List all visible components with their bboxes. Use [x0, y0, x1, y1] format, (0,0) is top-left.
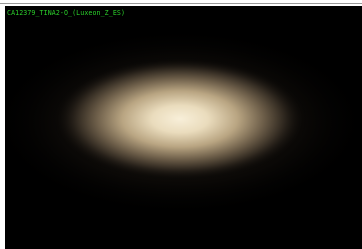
top-divider [0, 0, 362, 4]
beam-photo: CA12379_TINA2-O_(Luxeon_Z_ES) [5, 6, 362, 249]
photo-frame: CA12379_TINA2-O_(Luxeon_Z_ES) [0, 0, 362, 249]
light-beam-spot [5, 27, 362, 217]
image-caption: CA12379_TINA2-O_(Luxeon_Z_ES) [7, 9, 126, 17]
